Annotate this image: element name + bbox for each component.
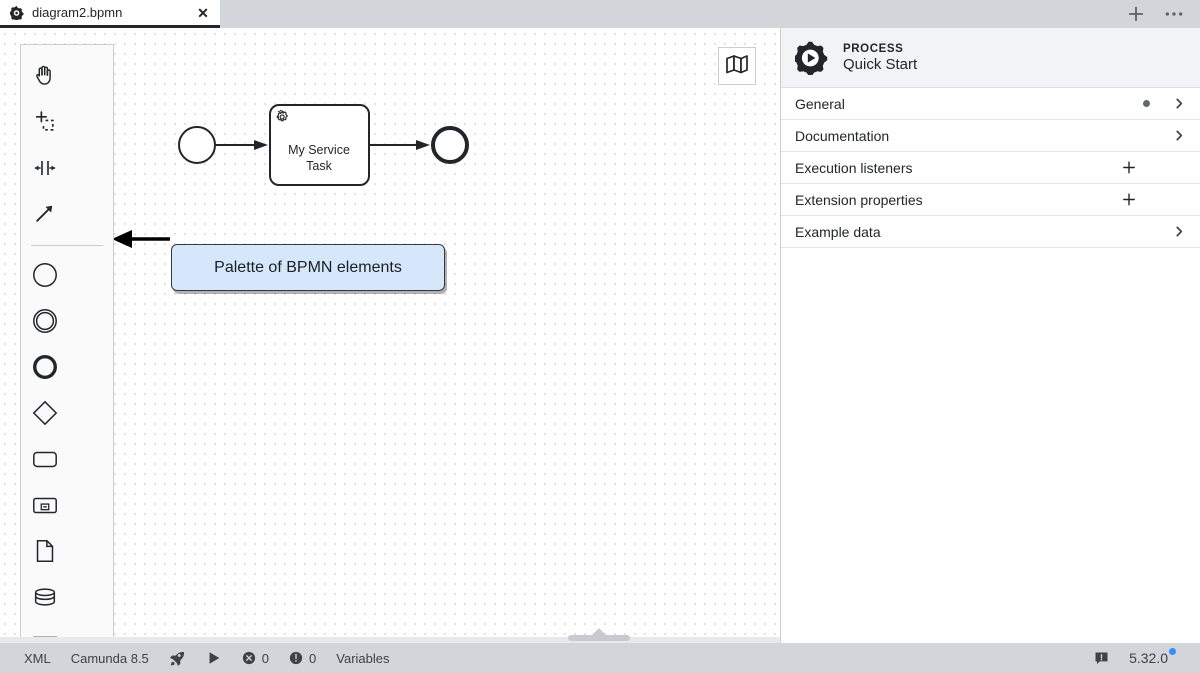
- palette-separator: [31, 245, 103, 246]
- update-available-badge: [1169, 648, 1176, 655]
- plus-icon[interactable]: [1122, 192, 1136, 207]
- variables-label: Variables: [336, 650, 390, 666]
- tab-bar: diagram2.bpmn ✕: [0, 0, 1200, 28]
- service-task-label-line2: Task: [306, 159, 332, 173]
- run-button[interactable]: [196, 643, 232, 673]
- gateway-diamond-icon: [31, 399, 59, 432]
- data-object-page-icon: [31, 537, 59, 570]
- tab-diagram2-bpmn[interactable]: diagram2.bpmn ✕: [0, 0, 220, 28]
- map-icon: [725, 54, 749, 79]
- speech-bubble-exclaim-icon: [1094, 651, 1109, 666]
- bpmn-diagram: Task My Service: [112, 104, 469, 248]
- property-group-documentation[interactable]: Documentation: [781, 120, 1200, 152]
- arrow-connect-icon: [32, 201, 57, 231]
- property-group-label: General: [795, 95, 845, 112]
- feedback-button[interactable]: [1084, 643, 1119, 673]
- global-connect-tool[interactable]: [21, 193, 68, 239]
- status-xml-toggle[interactable]: XML: [14, 643, 61, 673]
- create-data-object[interactable]: [21, 530, 68, 576]
- warning-circle-exclaim-icon: [289, 651, 303, 665]
- process-gear-play-icon: [793, 41, 829, 76]
- sequence-flow-2[interactable]: [369, 140, 430, 150]
- tab-bar-empty-area: [220, 0, 1126, 28]
- new-tab-button[interactable]: [1126, 4, 1146, 24]
- error-count-item[interactable]: 0: [232, 643, 279, 673]
- properties-panel: PROCESS Quick Start General Documentatio…: [780, 28, 1200, 643]
- status-bar: XML Camunda 8.5 0 0 Variables 5.32.0: [0, 643, 1200, 673]
- close-icon[interactable]: ✕: [196, 6, 210, 20]
- space-tool[interactable]: [21, 147, 68, 193]
- hand-icon: [32, 63, 57, 93]
- status-engine-selector[interactable]: Camunda 8.5: [61, 643, 159, 673]
- version-text: 5.32.0: [1129, 650, 1168, 666]
- space-tool-icon: [32, 156, 58, 185]
- property-group-example-data[interactable]: Example data: [781, 216, 1200, 248]
- element-type-label: PROCESS: [843, 42, 904, 55]
- start-event[interactable]: [178, 126, 216, 164]
- properties-panel-element-info: PROCESS Quick Start: [843, 43, 917, 73]
- version-label: 5.32.0: [1129, 648, 1176, 666]
- arrow-pointing-left-to-palette: [112, 230, 170, 248]
- rocket-icon: [169, 650, 186, 667]
- bpmn-palette[interactable]: [20, 44, 114, 643]
- create-task[interactable]: [21, 438, 68, 484]
- create-data-store[interactable]: [21, 576, 68, 622]
- annotation-callout: Palette of BPMN elements: [171, 244, 445, 291]
- camunda-gear-icon: [9, 5, 24, 21]
- play-icon: [206, 650, 222, 666]
- property-group-dot-indicator: [1143, 100, 1150, 107]
- create-start-event[interactable]: [21, 254, 68, 300]
- create-end-event[interactable]: [21, 346, 68, 392]
- property-group-execution-listeners[interactable]: Execution listeners: [781, 152, 1200, 184]
- create-intermediate-event[interactable]: [21, 300, 68, 346]
- task-rounded-rect-icon: [31, 445, 59, 478]
- end-event[interactable]: [431, 126, 469, 164]
- canvas-hscroll-thumb[interactable]: [568, 635, 630, 641]
- plus-icon[interactable]: [1122, 160, 1136, 175]
- palette-elements: [21, 254, 113, 643]
- start-event-circle-icon: [31, 261, 59, 294]
- property-group-extension-properties[interactable]: Extension properties: [781, 184, 1200, 216]
- chevron-right-icon: [1172, 225, 1186, 238]
- intermediate-event-double-circle-icon: [31, 307, 59, 340]
- error-count: 0: [261, 650, 270, 666]
- property-group-label: Extension properties: [795, 191, 923, 208]
- sequence-flow-1[interactable]: [215, 140, 268, 150]
- properties-panel-header: PROCESS Quick Start: [781, 28, 1200, 88]
- annotation-text: Palette of BPMN elements: [214, 258, 402, 276]
- version-item[interactable]: 5.32.0: [1119, 643, 1186, 673]
- tab-bar-actions: [1126, 0, 1200, 28]
- toggle-minimap-button[interactable]: [718, 47, 756, 85]
- property-group-label: Example data: [795, 223, 881, 240]
- canvas-scroll-indicator-icon: [592, 628, 606, 635]
- lasso-tool[interactable]: [21, 101, 68, 147]
- lasso-select-icon: [32, 109, 57, 139]
- property-group-label: Execution listeners: [795, 159, 913, 176]
- deploy-button[interactable]: [159, 643, 196, 673]
- service-task-label-line1: My Service: [288, 143, 350, 157]
- more-options-icon[interactable]: [1164, 4, 1184, 24]
- end-event-thick-circle-icon: [31, 353, 59, 386]
- variables-button[interactable]: Variables: [326, 643, 399, 673]
- create-gateway[interactable]: [21, 392, 68, 438]
- service-task[interactable]: Task My Service: [269, 104, 370, 186]
- chevron-right-icon: [1172, 129, 1186, 142]
- warning-count: 0: [309, 650, 317, 666]
- xml-label: XML: [24, 650, 51, 666]
- warning-count-item[interactable]: 0: [279, 643, 326, 673]
- element-name-label: Quick Start: [843, 55, 918, 73]
- create-subprocess[interactable]: [21, 484, 68, 530]
- property-group-general[interactable]: General: [781, 88, 1200, 120]
- palette-tools: [21, 55, 113, 239]
- property-group-label: Documentation: [795, 127, 890, 144]
- tab-title: diagram2.bpmn: [32, 5, 123, 20]
- camunda-modeler-window: diagram2.bpmn ✕ Task My Service Palette …: [0, 0, 1200, 673]
- bpmn-canvas[interactable]: Task My Service Palette of BPMN elements: [0, 28, 780, 643]
- hand-tool[interactable]: [21, 55, 68, 101]
- error-circle-x-icon: [242, 651, 256, 665]
- chevron-right-icon: [1172, 97, 1186, 110]
- engine-label: Camunda 8.5: [70, 650, 149, 666]
- data-store-cylinder-icon: [31, 583, 59, 616]
- subprocess-collapsed-icon: [31, 491, 59, 524]
